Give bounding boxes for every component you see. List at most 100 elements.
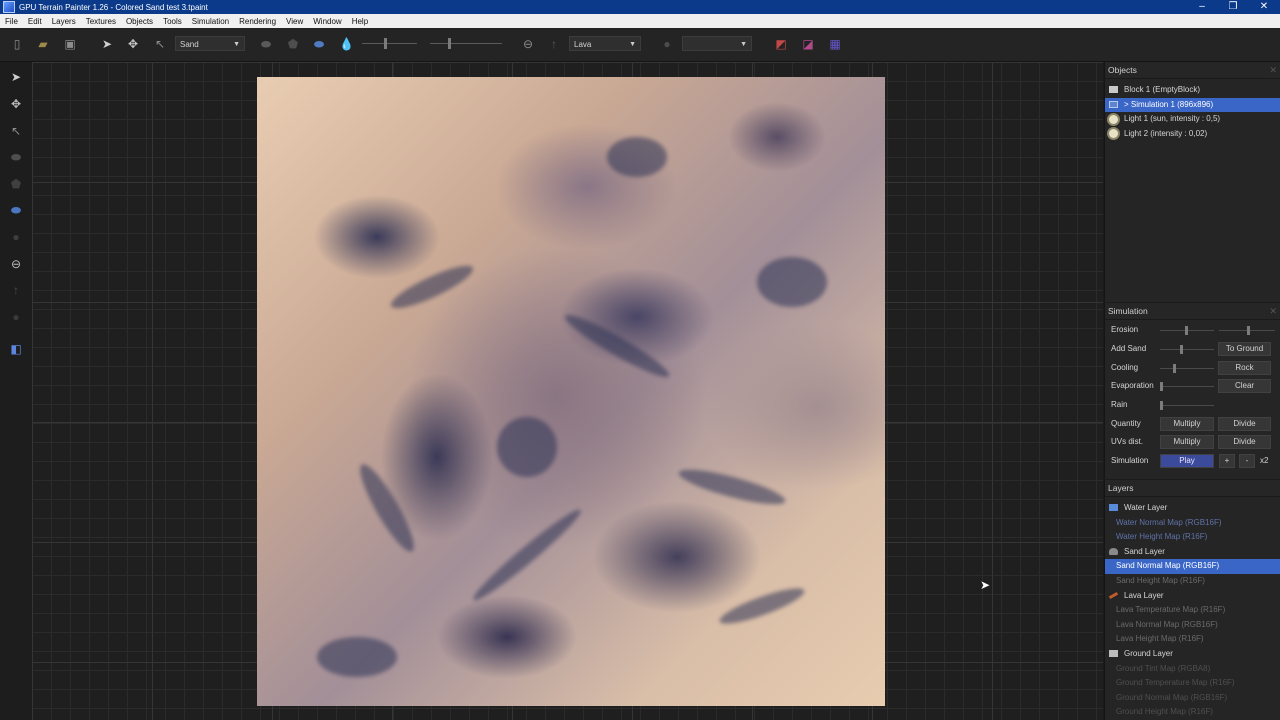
cooling-slider[interactable]	[1160, 364, 1214, 373]
menu-textures[interactable]: Textures	[81, 17, 121, 26]
material-select[interactable]: Lava ▼	[569, 36, 641, 51]
map-item-ground-height[interactable]: Ground Height Map (R16F)	[1105, 705, 1280, 720]
move-icon[interactable]: ✥	[126, 37, 140, 51]
menu-tools[interactable]: Tools	[158, 17, 187, 26]
lasso-select-icon[interactable]: ↖	[153, 37, 167, 51]
play-button[interactable]: Play	[1160, 454, 1214, 468]
select-arrow-icon[interactable]: ➤	[100, 37, 114, 51]
brush-round-icon[interactable]: ⬬	[259, 37, 273, 51]
color-dot-icon[interactable]: ●	[9, 310, 23, 324]
object-item-block[interactable]: Block 1 (EmptyBlock)	[1105, 83, 1280, 98]
brush-noise-icon[interactable]: ⬬	[312, 37, 326, 51]
brush-soft-icon[interactable]: ⬟	[9, 177, 23, 191]
erosion-slider[interactable]	[1160, 326, 1214, 335]
brush-strength-slider[interactable]	[430, 38, 502, 49]
layer-color-icon[interactable]: ◧	[9, 342, 23, 356]
map-item-water-normal[interactable]: Water Normal Map (RGB16F)	[1105, 516, 1280, 531]
layers-panel-header: Layers	[1105, 480, 1280, 497]
to-ground-button[interactable]: To Ground	[1218, 342, 1271, 356]
raise-arrow-icon[interactable]: ↑	[9, 283, 23, 297]
object-item-simulation[interactable]: > Simulation 1 (896x896)	[1105, 97, 1280, 113]
map-label: Ground Temperature Map (R16F)	[1116, 678, 1235, 688]
map-item-ground-tint[interactable]: Ground Tint Map (RGBA8)	[1105, 662, 1280, 677]
cooling-label: Cooling	[1111, 363, 1139, 372]
layer-item-ground[interactable]: Ground Layer	[1105, 647, 1280, 662]
block-icon	[1109, 86, 1118, 94]
menu-window[interactable]: Window	[308, 17, 346, 26]
menu-edit[interactable]: Edit	[23, 17, 47, 26]
brush-type-select[interactable]: Sand ▼	[175, 36, 245, 51]
lasso-select-icon[interactable]: ↖	[9, 124, 23, 138]
water-layer-icon	[1109, 504, 1118, 512]
map-item-ground-temperature[interactable]: Ground Temperature Map (R16F)	[1105, 676, 1280, 691]
menu-help[interactable]: Help	[347, 17, 373, 26]
stamp-icon[interactable]: ⊖	[9, 257, 23, 271]
terrain-canvas[interactable]	[257, 77, 885, 706]
brush-type-value: Sand	[180, 40, 199, 49]
texture-icon[interactable]: ▦	[828, 37, 842, 51]
object-label: Block 1 (EmptyBlock)	[1124, 85, 1201, 94]
layer-label: Lava Layer	[1124, 590, 1164, 600]
open-folder-icon[interactable]: ▰	[36, 37, 50, 51]
map-label: Ground Normal Map (RGB16F)	[1116, 692, 1228, 702]
map-item-ground-normal[interactable]: Ground Normal Map (RGB16F)	[1105, 691, 1280, 706]
quantity-divide-button[interactable]: Divide	[1218, 417, 1271, 431]
new-file-icon[interactable]: ▯	[10, 37, 24, 51]
select-arrow-icon[interactable]: ➤	[9, 70, 23, 84]
brush-round-icon[interactable]: ⬬	[9, 150, 23, 164]
speed-plus-button[interactable]: +	[1219, 454, 1235, 468]
brush-noise-icon[interactable]: ⬬	[9, 203, 23, 217]
layer-item-water[interactable]: Water Layer	[1105, 501, 1280, 516]
menu-layers[interactable]: Layers	[47, 17, 81, 26]
map-label: Ground Tint Map (RGBA8)	[1116, 663, 1211, 673]
drop-icon[interactable]: 💧	[339, 37, 354, 51]
map-item-sand-normal[interactable]: Sand Normal Map (RGB16F)	[1105, 559, 1280, 574]
close-icon[interactable]: ✕	[1269, 303, 1277, 319]
map-item-lava-temperature[interactable]: Lava Temperature Map (R16F)	[1105, 603, 1280, 618]
menu-file[interactable]: File	[0, 17, 23, 26]
layer-item-lava[interactable]: Lava Layer	[1105, 589, 1280, 604]
uvs-multiply-button[interactable]: Multiply	[1160, 435, 1214, 449]
map-item-sand-height[interactable]: Sand Height Map (R16F)	[1105, 574, 1280, 589]
evaporation-slider[interactable]	[1160, 382, 1214, 391]
uvs-divide-button[interactable]: Divide	[1218, 435, 1271, 449]
stamp-icon[interactable]: ⊖	[521, 37, 535, 51]
terrain-paint-icon[interactable]: ◩	[774, 37, 788, 51]
brush-size-slider[interactable]	[362, 38, 417, 49]
minimize-button[interactable]: –	[1186, 0, 1218, 14]
layers-panel-title: Layers	[1108, 483, 1134, 493]
color-select[interactable]: ▼	[682, 36, 752, 51]
object-item-light-1[interactable]: Light 1 (sun, intensity : 0,5)	[1105, 112, 1280, 127]
menu-simulation[interactable]: Simulation	[187, 17, 234, 26]
close-button[interactable]: ✕	[1248, 0, 1280, 14]
maximize-button[interactable]: ❐	[1217, 0, 1249, 14]
save-icon[interactable]: ▣	[63, 37, 77, 51]
speed-minus-button[interactable]: -	[1239, 454, 1255, 468]
map-item-lava-normal[interactable]: Lava Normal Map (RGB16F)	[1105, 618, 1280, 633]
quantity-multiply-button[interactable]: Multiply	[1160, 417, 1214, 431]
menu-view[interactable]: View	[281, 17, 308, 26]
add-sand-slider[interactable]	[1160, 345, 1214, 354]
brush-soft-icon[interactable]: ⬟	[286, 37, 300, 51]
drop-icon[interactable]: ●	[9, 230, 23, 244]
layer-item-sand[interactable]: Sand Layer	[1105, 545, 1280, 560]
map-item-lava-height[interactable]: Lava Height Map (R16F)	[1105, 632, 1280, 647]
clear-button[interactable]: Clear	[1218, 379, 1271, 393]
map-item-water-height[interactable]: Water Height Map (R16F)	[1105, 530, 1280, 545]
menu-objects[interactable]: Objects	[121, 17, 158, 26]
close-icon[interactable]: ✕	[1269, 62, 1277, 78]
gradient-icon[interactable]: ◪	[801, 37, 815, 51]
rain-slider[interactable]	[1160, 401, 1214, 410]
speed-value: x2	[1260, 456, 1269, 465]
simulation-panel-title: Simulation	[1108, 306, 1148, 316]
menu-bar: File Edit Layers Textures Objects Tools …	[0, 14, 1280, 28]
viewport[interactable]: ➤	[32, 62, 1103, 720]
menu-rendering[interactable]: Rendering	[234, 17, 281, 26]
move-icon[interactable]: ✥	[9, 97, 23, 111]
color-dot-icon[interactable]: ●	[660, 37, 674, 51]
object-item-light-2[interactable]: Light 2 (intensity : 0,02)	[1105, 127, 1280, 142]
map-label: Lava Height Map (R16F)	[1116, 634, 1204, 644]
erosion-slider-2[interactable]	[1219, 326, 1275, 335]
rock-button[interactable]: Rock	[1218, 361, 1271, 375]
raise-arrow-icon[interactable]: ↑	[547, 37, 561, 51]
